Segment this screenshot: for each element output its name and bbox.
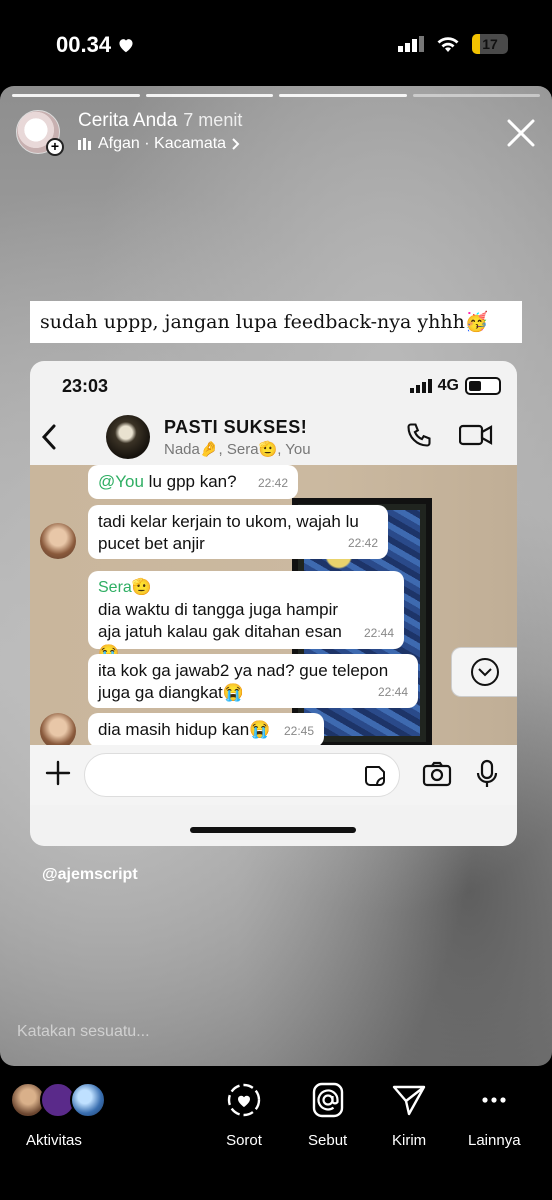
story-time: 7 menit — [183, 110, 243, 130]
activity-button[interactable]: Aktivitas — [26, 1082, 82, 1149]
add-story-icon[interactable]: + — [46, 138, 64, 156]
wifi-icon — [437, 37, 459, 52]
chat-screenshot: 23:03 4G PASTI SUKSES! Nada🤌, Sera🫡, You… — [30, 361, 517, 846]
story-username[interactable]: Cerita Anda 7 menit — [78, 110, 242, 132]
group-name: PASTI SUKSES! — [164, 417, 308, 437]
highlight-heart-icon — [227, 1083, 261, 1117]
story-music[interactable]: Afgan · Kacamata — [78, 135, 240, 153]
signal-icon — [409, 379, 432, 393]
home-indicator — [190, 827, 356, 833]
story-viewer[interactable]: + Cerita Anda 7 menit Afgan · Kacamata su… — [0, 86, 552, 1066]
chat-header: PASTI SUKSES! Nada🤌, Sera🫡, You — [30, 411, 517, 463]
scroll-down-button — [451, 647, 517, 697]
microphone-icon — [476, 759, 498, 787]
battery-icon — [465, 377, 501, 395]
signal-icon — [398, 36, 424, 52]
reply-input[interactable]: Katakan sesuatu... — [17, 1023, 150, 1041]
music-bars-icon — [78, 138, 91, 150]
sticker-icon — [365, 766, 385, 786]
group-avatar — [106, 415, 150, 459]
watermark: @ajemscript — [42, 866, 138, 883]
message-bubble: Sera🫡 dia waktu di tangga juga hampir aj… — [88, 571, 404, 663]
message-bubble: @You lu gpp kan? 22:42 — [88, 465, 298, 499]
highlight-button[interactable]: Sorot — [226, 1082, 262, 1149]
message-bubble: dia masih hidup kan😭 22:45 — [88, 713, 324, 745]
message-input — [84, 753, 400, 797]
more-button[interactable]: Lainnya — [468, 1082, 521, 1149]
battery-icon: 17 — [472, 34, 508, 54]
more-dots-icon — [482, 1097, 506, 1103]
chevron-down-circle-icon — [470, 658, 499, 686]
camera-icon — [422, 761, 452, 787]
chevron-right-icon — [232, 138, 240, 150]
group-members: Nada🤌, Sera🫡, You — [164, 441, 311, 458]
sender-avatar — [40, 523, 76, 559]
close-icon[interactable] — [506, 118, 536, 148]
heart-icon — [119, 39, 133, 53]
screenshot-status-bar: 23:03 4G — [30, 361, 517, 411]
back-arrow-icon — [41, 424, 56, 450]
bottom-bar: Aktivitas Sorot Sebut Kirim Lainnya — [0, 1066, 552, 1200]
story-caption: sudah uppp, jangan lupa feedback-nya yhh… — [30, 301, 522, 343]
plus-icon — [45, 760, 71, 786]
sender-avatar — [40, 713, 76, 745]
phone-icon — [407, 423, 431, 447]
mention-at-icon — [312, 1082, 343, 1118]
message-composer — [30, 745, 517, 805]
story-header: + Cerita Anda 7 menit Afgan · Kacamata — [16, 108, 536, 158]
video-call-icon — [459, 424, 493, 446]
send-paper-plane-icon — [392, 1085, 426, 1116]
mention-button[interactable]: Sebut — [308, 1082, 347, 1149]
message-bubble: tadi kelar kerjain to ukom, wajah lu puc… — [88, 505, 388, 559]
status-bar: 00.34 17 — [0, 0, 552, 86]
send-button[interactable]: Kirim — [392, 1082, 426, 1149]
status-time: 00.34 — [56, 32, 135, 58]
chat-body: @You lu gpp kan? 22:42 tadi kelar kerjai… — [30, 465, 517, 745]
story-progress — [12, 94, 540, 97]
message-bubble: ita kok ga jawab2 ya nad? gue telepon ju… — [88, 654, 418, 708]
